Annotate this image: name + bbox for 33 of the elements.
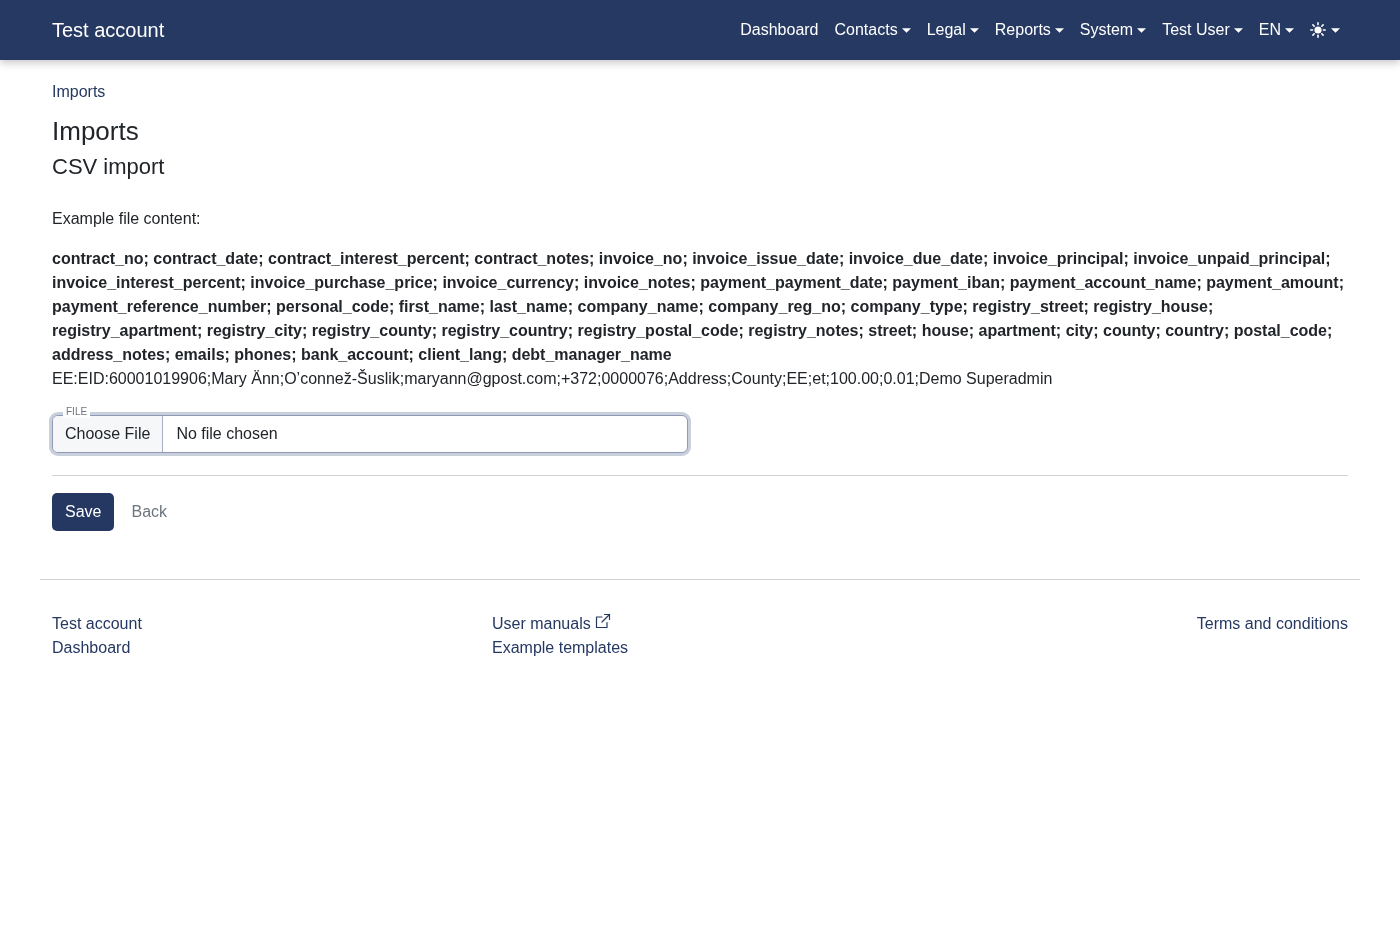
page-title: Imports xyxy=(52,116,140,147)
caret-icon xyxy=(901,27,911,33)
footer-link[interactable]: Terms and conditions xyxy=(1196,612,1348,636)
caret-icon xyxy=(1054,27,1064,33)
sun-icon xyxy=(1310,22,1326,38)
example-label: Example file content: xyxy=(52,209,202,229)
file-input-field[interactable]: Choose File No file chosen xyxy=(52,415,688,453)
footer-link[interactable]: User manuals xyxy=(492,612,591,636)
nav-dropdown[interactable]: Legal xyxy=(918,10,987,50)
nav-dropdown[interactable]: EN xyxy=(1250,10,1302,50)
caret-icon xyxy=(969,27,979,33)
caret-icon xyxy=(1137,27,1147,33)
file-status-text: No file chosen xyxy=(175,424,278,444)
example-header-text: contract_no; contract_date; contract_interest_percent; contract_notes; invoice_no; invoice_issue_date; invoice_due_date; invoice_principal; invoice_unpaid_principal; invoice_interest_percent; invoice_purchase_price; invoice_currency; invoice_notes; payment_payment_date; payment_iban; payment_account_name; payment_amount; payment_reference_number; personal_code; first_name; last_name; company_name; company_reg_no; company_type; registry_street; registry_house; registry_apartment; registry_city; registry_county; registry_country; registry_postal_code; registry_notes; street; house; apartment; city; county; country; postal_code; address_notes; emails; phones; bank_account; client_lang; debt_manager_name xyxy=(52,249,1345,365)
choose-file-button[interactable]: Choose File xyxy=(53,416,164,452)
field-label: FILE xyxy=(63,406,91,418)
section-title: CSV import xyxy=(52,154,166,180)
caret-icon xyxy=(1233,27,1243,33)
nav-dropdown[interactable]: Test User xyxy=(1154,10,1251,50)
caret-icon xyxy=(1331,27,1340,33)
footer-link[interactable]: Dashboard xyxy=(52,636,131,660)
back-link[interactable]: Back xyxy=(119,493,180,531)
nav-dropdown[interactable]: System xyxy=(1071,10,1155,50)
breadcrumb-link[interactable]: Imports xyxy=(52,80,106,104)
save-button[interactable]: Save xyxy=(52,493,115,531)
nav-link[interactable]: Dashboard xyxy=(732,10,827,50)
example-row-text: EE:EID:60001019906;Mary Änn;O’connež-Šuslik;maryann@gpost.com;+372;0000076;Address;County;EE;et;100.00;0.01;Demo Superadmin xyxy=(52,368,1054,389)
nav-dropdown[interactable]: Contacts xyxy=(826,10,919,50)
footer-link[interactable]: Example templates xyxy=(492,636,629,660)
brand-link[interactable]: Test account xyxy=(52,16,165,44)
footer-link[interactable]: Test account xyxy=(52,612,142,636)
caret-icon xyxy=(1285,27,1294,33)
nav-dropdown[interactable]: Reports xyxy=(986,10,1072,50)
